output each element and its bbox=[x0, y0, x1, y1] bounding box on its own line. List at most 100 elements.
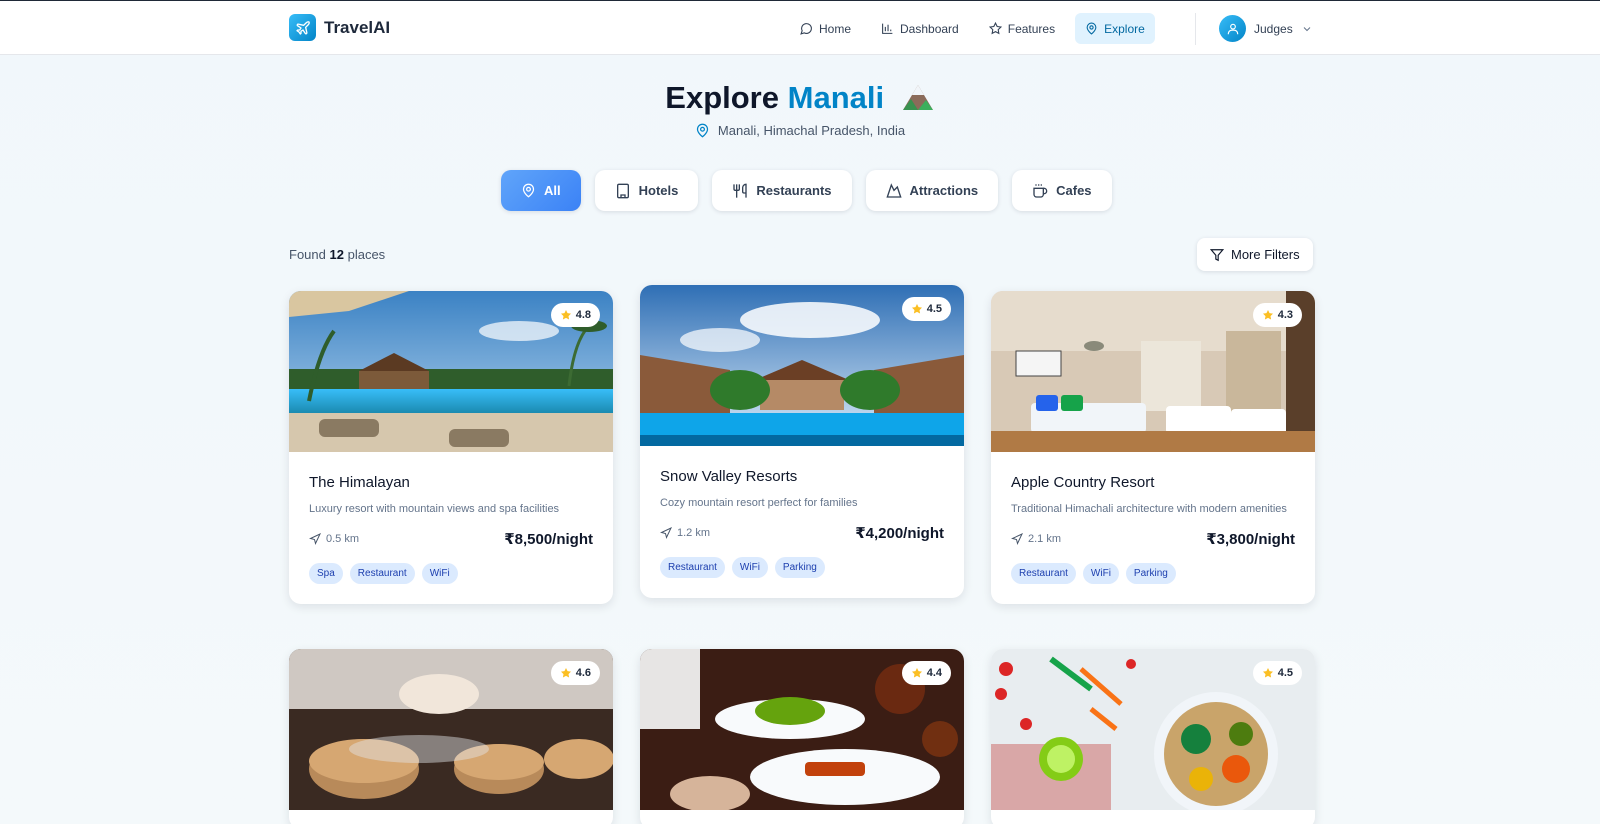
nav-features[interactable]: Features bbox=[979, 13, 1065, 44]
amenity-tag: Parking bbox=[1125, 563, 1176, 584]
amenity-tag: Parking bbox=[774, 557, 825, 578]
amenity-tags: Restaurant WiFi Parking bbox=[1011, 563, 1295, 584]
found-prefix: Found bbox=[289, 247, 326, 262]
category-filters: All Hotels Restaurants Attractions Cafes bbox=[501, 170, 1112, 211]
nav-divider bbox=[1195, 13, 1196, 45]
filter-all-label: All bbox=[544, 183, 561, 198]
nav-dashboard[interactable]: Dashboard bbox=[871, 13, 969, 44]
rating-value: 4.5 bbox=[926, 303, 942, 315]
rating-value: 4.5 bbox=[1277, 667, 1293, 679]
place-name: Apple Country Resort bbox=[1011, 474, 1155, 491]
place-price: ₹8,500/night bbox=[504, 531, 593, 548]
filter-hotels[interactable]: Hotels bbox=[594, 170, 699, 211]
navigation-icon bbox=[309, 533, 321, 545]
place-image-resort-pool: 4.5 bbox=[640, 285, 964, 446]
star-icon bbox=[1262, 310, 1273, 320]
place-image-pool-resort: 4.8 bbox=[289, 291, 613, 452]
mountain-icon bbox=[885, 182, 902, 198]
chat-bubble-icon bbox=[800, 23, 812, 35]
filter-hotels-label: Hotels bbox=[638, 183, 679, 198]
results-count: Found 12 places bbox=[289, 247, 385, 262]
filter-all[interactable]: All bbox=[501, 170, 581, 211]
amenity-tag: Spa bbox=[309, 563, 343, 584]
navigation-icon bbox=[660, 527, 672, 539]
rating-badge: 4.3 bbox=[1252, 303, 1302, 327]
place-card[interactable]: 4.8 The Himalayan Luxury resort with mou… bbox=[289, 291, 613, 604]
brand-name: TravelAI bbox=[324, 17, 391, 37]
place-card[interactable]: 4.6 bbox=[289, 649, 613, 824]
nav-links: Home Dashboard Features Explore bbox=[790, 13, 1155, 44]
place-card[interactable]: 4.3 Apple Country Resort Traditional Him… bbox=[991, 291, 1315, 604]
amenity-tag: Restaurant bbox=[660, 557, 725, 578]
nav-explore-label: Explore bbox=[1104, 21, 1145, 36]
nav-home[interactable]: Home bbox=[790, 13, 861, 44]
rating-value: 4.8 bbox=[575, 309, 591, 321]
map-pin-icon bbox=[522, 183, 535, 198]
top-navbar: TravelAI Home Dashboard Features Explore… bbox=[0, 0, 1600, 55]
place-distance: 2.1 km bbox=[1011, 533, 1061, 545]
place-price: ₹3,800/night bbox=[1206, 531, 1295, 548]
place-card[interactable]: 4.5 Snow Valley Resorts Cozy mountain re… bbox=[640, 285, 964, 598]
plane-icon bbox=[289, 14, 316, 41]
amenity-tag: WiFi bbox=[731, 557, 768, 578]
amenity-tag: WiFi bbox=[421, 563, 458, 584]
star-icon bbox=[988, 22, 1002, 35]
more-filters-button[interactable]: More Filters bbox=[1197, 238, 1313, 271]
amenity-tag: Restaurant bbox=[1011, 563, 1076, 584]
place-image-chef-plating: 4.6 bbox=[289, 649, 613, 810]
star-icon bbox=[560, 310, 571, 320]
place-description: Luxury resort with mountain views and sp… bbox=[309, 503, 560, 515]
place-image-hotel-room: 4.3 bbox=[991, 291, 1315, 452]
utensils-icon bbox=[733, 183, 748, 198]
chevron-down-icon bbox=[1303, 26, 1311, 31]
nav-dashboard-label: Dashboard bbox=[900, 21, 959, 36]
rating-value: 4.3 bbox=[1277, 309, 1293, 321]
star-icon bbox=[911, 304, 922, 314]
filter-icon bbox=[1210, 248, 1224, 261]
filter-restaurants[interactable]: Restaurants bbox=[712, 170, 852, 211]
star-icon bbox=[911, 668, 922, 678]
more-filters-label: More Filters bbox=[1231, 247, 1300, 262]
filter-attractions-label: Attractions bbox=[909, 183, 979, 198]
found-suffix: places bbox=[347, 247, 386, 262]
star-icon bbox=[1262, 668, 1273, 678]
rating-badge: 4.5 bbox=[1252, 661, 1302, 685]
place-image-healthy-bowl: 4.5 bbox=[991, 649, 1315, 810]
bar-chart-icon bbox=[882, 23, 893, 34]
user-icon bbox=[1227, 23, 1238, 34]
page-title: Explore Manali bbox=[0, 80, 1600, 120]
map-pin-icon bbox=[696, 123, 709, 138]
filter-attractions[interactable]: Attractions bbox=[865, 170, 999, 211]
place-card[interactable]: 4.5 bbox=[991, 649, 1315, 824]
rating-badge: 4.5 bbox=[901, 297, 951, 321]
rating-badge: 4.6 bbox=[550, 661, 600, 685]
filter-cafes-label: Cafes bbox=[1056, 183, 1092, 198]
distance-value: 2.1 km bbox=[1028, 533, 1062, 545]
location-line: Manali, Himachal Pradesh, India bbox=[0, 123, 1600, 138]
navigation-icon bbox=[1011, 533, 1023, 545]
filter-restaurants-label: Restaurants bbox=[756, 183, 832, 198]
amenity-tag: Restaurant bbox=[349, 563, 415, 584]
amenity-tag: WiFi bbox=[1082, 563, 1119, 584]
rating-badge: 4.8 bbox=[550, 303, 600, 327]
title-city: Manali bbox=[787, 80, 885, 115]
distance-value: 0.5 km bbox=[326, 533, 360, 545]
rating-value: 4.4 bbox=[926, 667, 942, 679]
filter-cafes[interactable]: Cafes bbox=[1012, 170, 1112, 211]
map-pin-icon bbox=[1086, 22, 1097, 35]
amenity-tags: Spa Restaurant WiFi bbox=[309, 563, 593, 584]
rating-badge: 4.4 bbox=[901, 661, 951, 685]
place-distance: 0.5 km bbox=[309, 533, 359, 545]
avatar bbox=[1219, 15, 1246, 42]
place-card[interactable]: 4.4 bbox=[640, 649, 964, 824]
location-text: Manali, Himachal Pradesh, India bbox=[717, 123, 906, 138]
nav-explore[interactable]: Explore bbox=[1075, 13, 1155, 44]
place-name: The Himalayan bbox=[309, 474, 410, 491]
distance-value: 1.2 km bbox=[677, 527, 711, 539]
user-menu[interactable]: Judges bbox=[1219, 15, 1313, 42]
amenity-tags: Restaurant WiFi Parking bbox=[660, 557, 944, 578]
brand[interactable]: TravelAI bbox=[289, 14, 390, 41]
place-price: ₹4,200/night bbox=[855, 525, 944, 542]
found-number: 12 bbox=[329, 247, 344, 262]
nav-features-label: Features bbox=[1007, 21, 1056, 36]
